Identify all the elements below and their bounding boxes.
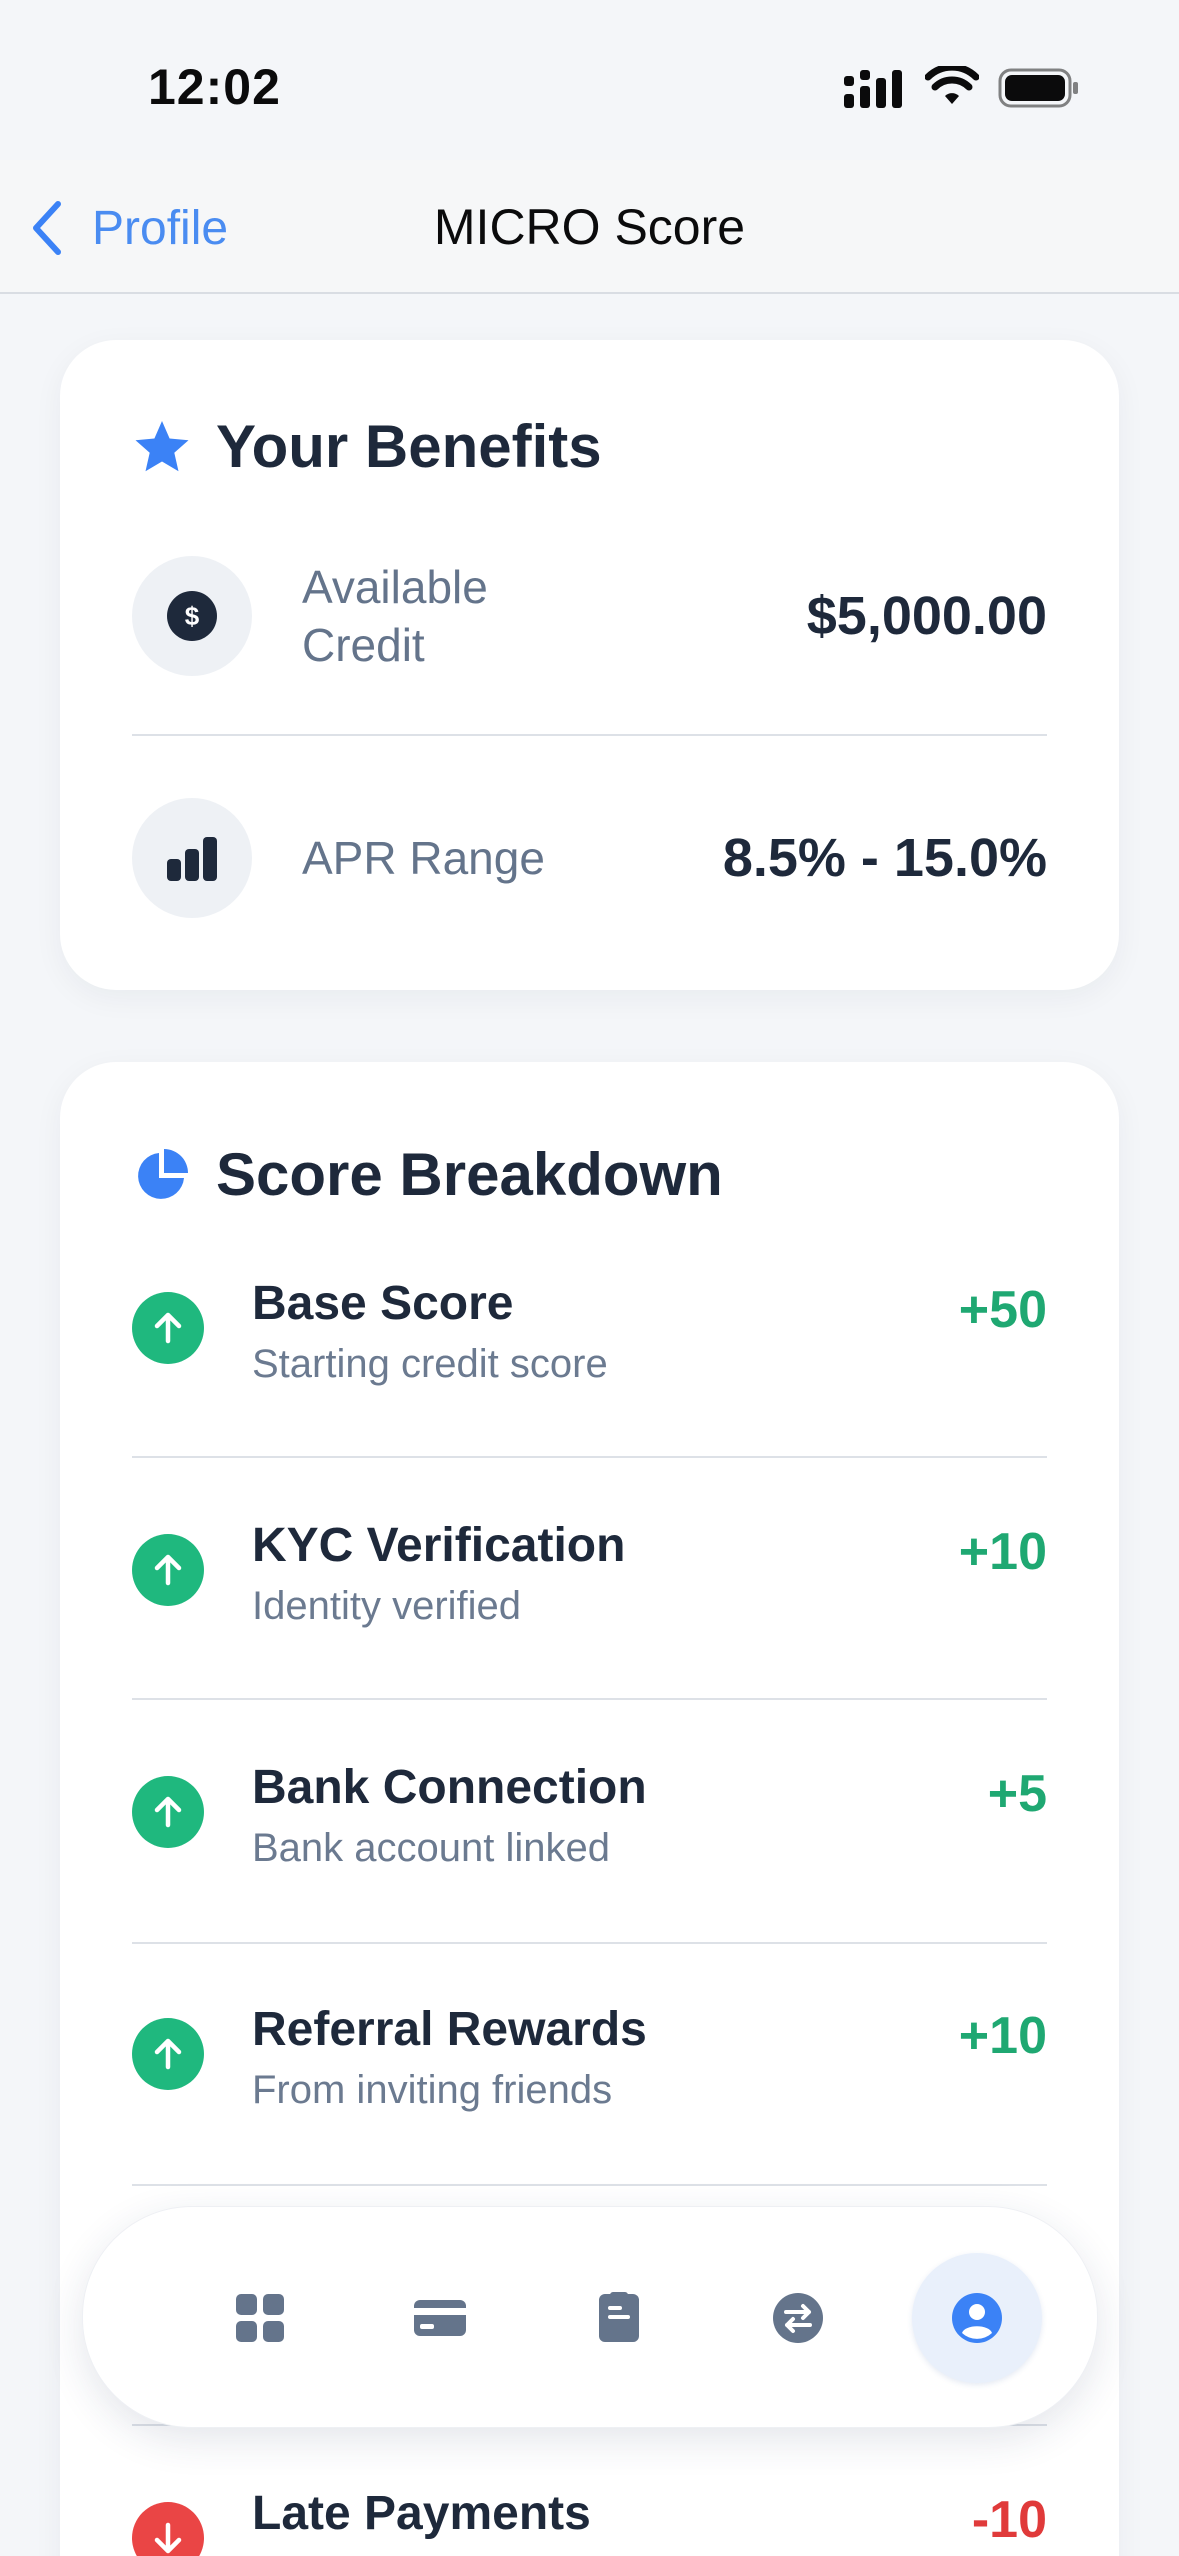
status-bar: 12:02 — [0, 0, 1179, 160]
pie-chart-icon — [138, 1148, 188, 1199]
divider — [132, 1698, 1047, 1700]
tab-transfer[interactable] — [743, 2263, 853, 2373]
benefit-value: $5,000.00 — [806, 586, 1047, 646]
breakdown-title: Score Breakdown — [216, 1141, 723, 1208]
score-item-desc: Bank account linked — [252, 1826, 611, 1870]
benefit-row-apr-range: APR Range 8.5% - 15.0% — [132, 798, 1047, 918]
benefit-icon-wrap — [132, 798, 252, 918]
benefits-title: Your Benefits — [216, 413, 602, 480]
dollar-icon: $ — [167, 591, 217, 641]
status-time: 12:02 — [148, 59, 281, 115]
benefits-header: Your Benefits — [132, 412, 602, 481]
benefit-value: 8.5% - 15.0% — [722, 828, 1047, 888]
page-title: MICRO Score — [433, 199, 746, 255]
score-item-name: Base Score — [252, 1277, 514, 1330]
card-icon — [414, 2300, 466, 2336]
divider — [132, 1456, 1047, 1458]
score-item-name: Bank Connection — [252, 1761, 647, 1814]
star-icon — [135, 420, 189, 471]
divider — [132, 1942, 1047, 1944]
score-item-name: Late Payments — [252, 2487, 591, 2540]
score-item-desc: From inviting friends — [252, 2068, 613, 2112]
benefit-icon-wrap: $ — [132, 556, 252, 676]
tab-dashboard[interactable] — [205, 2263, 315, 2373]
arrow-up-icon — [132, 1776, 204, 1848]
score-item-points: -10 — [971, 2491, 1047, 2549]
battery-icon — [998, 68, 1078, 108]
benefit-label: APR Range — [302, 832, 545, 884]
arrow-up-icon — [132, 1292, 204, 1364]
score-row-base-score: Base Score Starting credit score +50 — [132, 1276, 1047, 1436]
profile-icon — [952, 2293, 1002, 2343]
svg-text:$: $ — [185, 601, 200, 631]
score-row-referral-rewards: Referral Rewards From inviting friends +… — [132, 2002, 1047, 2162]
arrow-up-icon — [132, 2018, 204, 2090]
breakdown-header: Score Breakdown — [132, 1140, 723, 1209]
tab-clipboard[interactable] — [564, 2263, 674, 2373]
bar-chart-icon — [167, 837, 217, 881]
benefit-row-available-credit: $ Available Credit $5,000.00 — [132, 556, 1047, 676]
score-item-name: Referral Rewards — [252, 2003, 647, 2056]
divider — [132, 734, 1047, 736]
transfer-icon — [773, 2293, 823, 2343]
tab-cards[interactable] — [385, 2263, 495, 2373]
score-item-name: KYC Verification — [252, 1519, 626, 1572]
tab-profile[interactable] — [912, 2253, 1042, 2383]
arrow-down-icon — [132, 2502, 204, 2556]
wifi-icon — [925, 66, 979, 104]
screen: 12:02 Profile MICRO Score Your Benefits … — [0, 0, 1179, 2556]
cellular-signal-icon — [844, 70, 902, 108]
score-item-points: +50 — [958, 1281, 1047, 1339]
score-row-bank-connection: Bank Connection Bank account linked +5 — [132, 1760, 1047, 1920]
score-item-points: +10 — [958, 2007, 1047, 2065]
navigation-bar: Profile MICRO Score — [0, 160, 1179, 294]
benefits-card: Your Benefits $ Available Credit $5,000.… — [60, 340, 1119, 990]
tab-bar — [82, 2206, 1098, 2428]
divider — [132, 2184, 1047, 2186]
score-row-kyc-verification: KYC Verification Identity verified +10 — [132, 1518, 1047, 1678]
score-item-desc: Starting credit score — [252, 1342, 608, 1386]
score-item-points: +10 — [958, 1523, 1047, 1581]
benefit-label: Available Credit — [302, 561, 488, 671]
clipboard-icon — [599, 2292, 639, 2342]
arrow-up-icon — [132, 1534, 204, 1606]
score-item-desc: Identity verified — [252, 1584, 522, 1628]
score-row-late-payments: Late Payments -10 — [132, 2486, 1047, 2556]
dashboard-icon — [236, 2294, 284, 2342]
score-item-points: +5 — [987, 1765, 1047, 1823]
